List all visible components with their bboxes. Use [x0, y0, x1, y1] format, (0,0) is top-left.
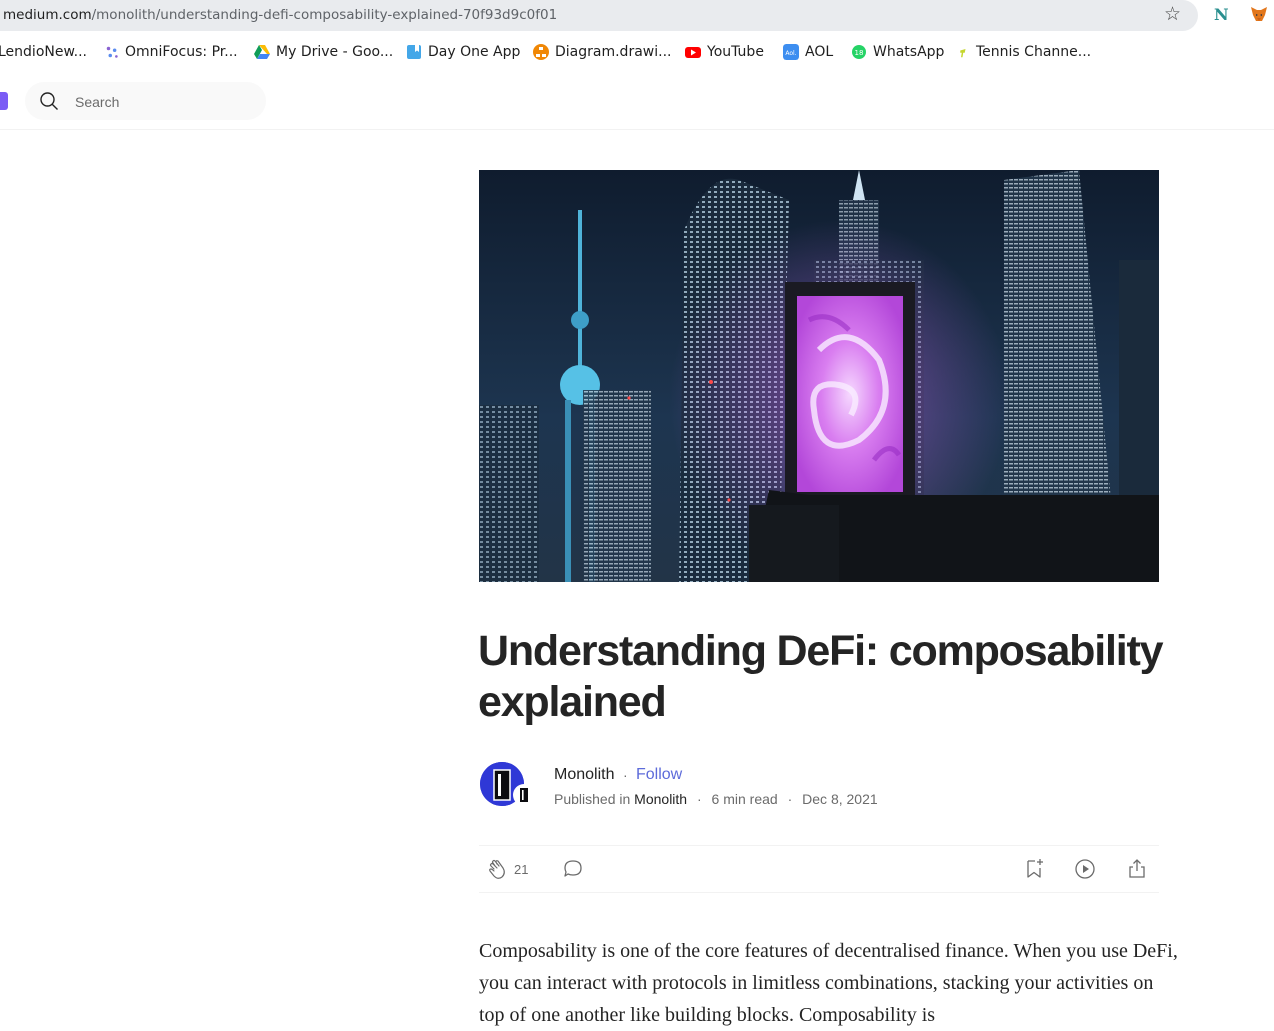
search-box[interactable]: [25, 82, 266, 122]
clap-count[interactable]: 21: [514, 862, 528, 877]
url-path: /monolith/understanding-defi-composabili…: [91, 7, 558, 23]
article-byline: Monolith · Follow Published in Monolith …: [479, 760, 1159, 810]
clap-icon[interactable]: [487, 857, 511, 881]
publication-line: Published in Monolith · 6 min read · Dec…: [554, 791, 878, 807]
separator-dot: ·: [787, 791, 793, 807]
bookmark-label: WhatsApp: [873, 44, 945, 60]
metamask-fox-icon[interactable]: [1250, 5, 1268, 23]
medium-logo[interactable]: [0, 92, 8, 110]
bookmark-add-icon[interactable]: [1022, 857, 1046, 881]
published-prefix: Published in: [554, 791, 631, 807]
bookmark-lendio[interactable]: LendioNew...: [0, 43, 87, 61]
article-hero-image: [479, 170, 1159, 582]
url-host: medium.com: [3, 7, 92, 23]
site-header: [0, 72, 1274, 130]
publication-link[interactable]: Monolith: [634, 791, 687, 807]
search-input[interactable]: [73, 82, 257, 122]
bookmark-aol[interactable]: Aol. AOL: [783, 43, 833, 61]
monolith-small-icon: [520, 788, 528, 802]
bookmark-label: AOL: [805, 44, 834, 60]
drawio-icon: [533, 44, 549, 60]
bookmark-omnifocus[interactable]: OmniFocus: Pr...: [105, 43, 238, 61]
author-name[interactable]: Monolith: [554, 766, 614, 784]
tennis-channel-icon: [960, 49, 966, 58]
article-action-bar: 21: [479, 845, 1159, 893]
bookmark-drawio[interactable]: Diagram.drawi...: [533, 43, 671, 61]
extension-n-icon[interactable]: N: [1214, 5, 1229, 24]
whatsapp-icon: 18: [852, 45, 866, 59]
separator-dot: ·: [696, 791, 702, 807]
bookmark-label: OmniFocus: Pr...: [125, 44, 238, 60]
bookmark-youtube[interactable]: YouTube: [685, 43, 764, 61]
bookmark-label: YouTube: [707, 44, 764, 60]
article-body-paragraph: Composability is one of the core feature…: [479, 940, 1178, 1026]
read-time: 6 min read: [711, 791, 778, 807]
dayone-icon: [407, 45, 421, 59]
bookmark-label: Tennis Channe...: [976, 44, 1092, 60]
svg-text:Aol.: Aol.: [785, 50, 796, 57]
bookmark-google-drive[interactable]: My Drive - Goo...: [254, 43, 393, 61]
url-text[interactable]: medium.com/monolith/understanding-defi-c…: [3, 7, 557, 23]
publish-date: Dec 8, 2021: [802, 791, 878, 807]
address-bar[interactable]: ⚙ medium.com/monolith/understanding-defi…: [0, 0, 1198, 31]
bookmark-whatsapp[interactable]: 18 WhatsApp: [851, 43, 944, 61]
separator-dot: ·: [623, 767, 628, 783]
svg-text:18: 18: [855, 49, 864, 57]
share-icon[interactable]: [1125, 857, 1149, 881]
article-title: Understanding DeFi: composability explai…: [478, 627, 1164, 726]
bookmark-label: Diagram.drawi...: [555, 44, 672, 60]
bookmarks-bar: LendioNew... OmniFocus: Pr... My Drive -…: [0, 36, 1274, 68]
bookmark-label: LendioNew...: [0, 44, 87, 60]
omnifocus-icon: [106, 46, 118, 58]
bookmark-label: My Drive - Goo...: [276, 44, 394, 60]
bookmark-star-icon[interactable]: ☆: [1164, 4, 1181, 26]
bookmark-dayone[interactable]: Day One App: [406, 43, 520, 61]
bookmark-label: Day One App: [428, 44, 521, 60]
listen-play-icon[interactable]: [1073, 857, 1097, 881]
search-icon: [40, 92, 58, 110]
aol-icon: Aol.: [783, 44, 799, 60]
browser-toolbar: ⚙ medium.com/monolith/understanding-defi…: [0, 0, 1274, 34]
publication-badge[interactable]: [513, 784, 535, 806]
follow-button[interactable]: Follow: [636, 766, 682, 784]
bookmark-tennis-channel[interactable]: Tennis Channe...: [958, 43, 1091, 61]
google-drive-icon: [254, 45, 270, 59]
youtube-icon: [685, 47, 701, 58]
comment-icon[interactable]: [561, 857, 585, 881]
